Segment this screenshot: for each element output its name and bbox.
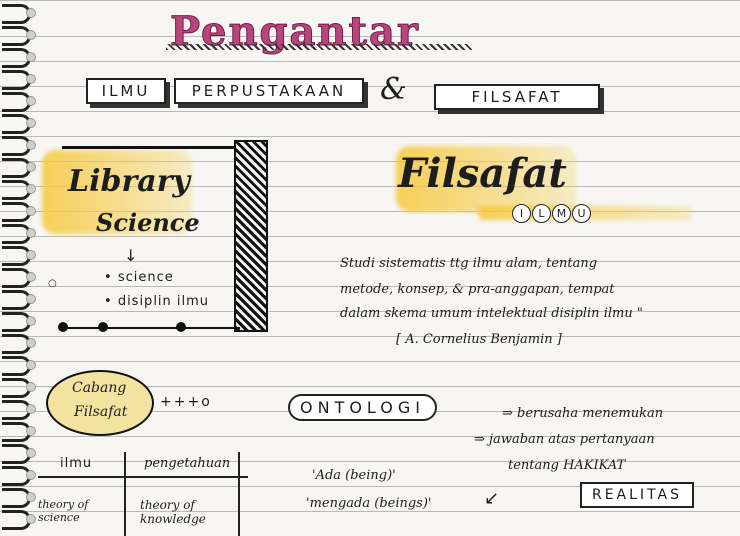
arrow-icon: ⇒ xyxy=(502,406,518,421)
realitas-box: REALITAS xyxy=(580,482,694,508)
binding-hole xyxy=(26,448,36,458)
definition-line-3: dalam skema umum intelektual disiplin il… xyxy=(340,306,643,321)
citation: [ A. Cornelius Benjamin ] xyxy=(396,332,562,347)
box-ilmu-label: ILMU xyxy=(101,82,151,100)
binding-hole xyxy=(26,492,36,502)
ilmu-letter: M xyxy=(552,204,571,223)
cabang-label-line1: Cabang xyxy=(72,380,127,396)
filsafat-heading: Filsafat xyxy=(398,150,567,197)
library-arrow: ↓ xyxy=(124,246,139,265)
binding-hole xyxy=(26,184,36,194)
binding-hole xyxy=(26,514,36,524)
ilmu-letter: U xyxy=(572,204,591,223)
dotted-connector xyxy=(60,327,240,329)
box-perpustakaan: PERPUSTAKAAN xyxy=(174,78,364,104)
connector-dot xyxy=(98,322,108,332)
library-item-science: • science xyxy=(104,270,174,285)
table-cell-theory-knowledge: theory of knowledge xyxy=(140,498,206,526)
library-item-disiplin: • disiplin ilmu xyxy=(104,294,210,309)
arrow-icon: ⇒ xyxy=(474,432,490,447)
cabang-label-line2: Filsafat xyxy=(74,404,128,420)
library-frame-hatch xyxy=(234,140,268,332)
box-perpustakaan-label: PERPUSTAKAAN xyxy=(191,82,347,100)
ontologi-desc-line3: tentang HAKIKAT xyxy=(508,458,626,473)
table-divider xyxy=(124,452,126,536)
binding-hole xyxy=(26,162,36,172)
table-header-pengetahuan: pengetahuan xyxy=(144,456,231,471)
binding-hole xyxy=(26,360,36,370)
binding-hole xyxy=(26,294,36,304)
bullet-icon: • xyxy=(104,270,118,285)
binding-hole xyxy=(26,228,36,238)
box-filsafat: FILSAFAT xyxy=(434,84,600,110)
binding-hole xyxy=(26,250,36,260)
binding-hole xyxy=(26,470,36,480)
ontologi-box: ONTOLOGI xyxy=(288,394,437,421)
ontologi-desc-line1: ⇒ berusaha menemukan xyxy=(502,406,664,421)
binding-hole xyxy=(26,316,36,326)
binding-hole xyxy=(26,96,36,106)
binding-hole xyxy=(26,338,36,348)
ilmu-letter: I xyxy=(512,204,531,223)
title-underline xyxy=(166,44,472,50)
binding-hole xyxy=(26,8,36,18)
definition-line-1: Studi sistematis ttg ilmu alam, tentang xyxy=(340,256,598,271)
margin-circle-icon: ○ xyxy=(48,278,58,289)
table-top-rule xyxy=(38,476,248,478)
spiral-binding xyxy=(0,0,36,536)
binding-hole xyxy=(26,74,36,84)
binding-hole xyxy=(26,206,36,216)
binding-hole xyxy=(26,382,36,392)
definition-line-2: metode, konsep, & pra-anggapan, tempat xyxy=(340,282,615,297)
table-cell-theory-science: theory of science xyxy=(38,498,89,524)
binding-hole xyxy=(26,30,36,40)
table-header-ilmu: ilmu xyxy=(60,456,93,471)
bullet-icon: • xyxy=(104,294,118,309)
library-heading-line2: Science xyxy=(96,208,200,237)
ontologi-quote-2: 'mengada (beings)' xyxy=(306,496,432,511)
binding-hole xyxy=(26,140,36,150)
binding-hole xyxy=(26,52,36,62)
connector-dot xyxy=(176,322,186,332)
back-arrow-icon: ↙ xyxy=(484,488,501,509)
box-ilmu: ILMU xyxy=(86,78,166,104)
binding-hole xyxy=(26,118,36,128)
box-filsafat-label: FILSAFAT xyxy=(471,88,563,106)
binding-hole xyxy=(26,272,36,282)
ontologi-desc-line2: ⇒ jawaban atas pertanyaan xyxy=(474,432,655,447)
ilmu-letter: L xyxy=(532,204,551,223)
binding-hole xyxy=(26,404,36,414)
library-heading-line1: Library xyxy=(68,164,190,199)
connector-dot xyxy=(58,322,68,332)
ampersand: & xyxy=(380,72,407,107)
ontologi-quote-1: 'Ada (being)' xyxy=(312,468,396,483)
cabang-connector: +++o xyxy=(160,394,212,410)
binding-hole xyxy=(26,426,36,436)
table-divider xyxy=(238,452,240,536)
